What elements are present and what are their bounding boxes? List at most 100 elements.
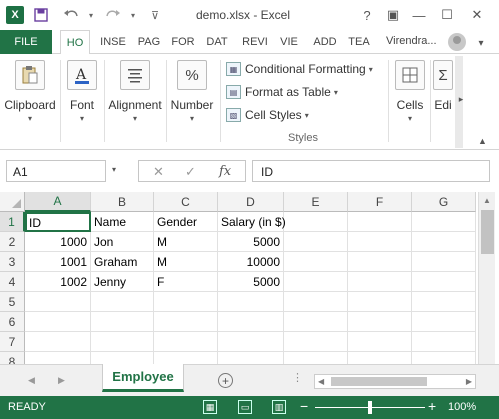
save-icon[interactable] [32,6,50,24]
conditional-formatting-button[interactable]: ▦ Conditional Formatting ▾ [226,60,373,78]
user-dropdown-icon[interactable]: ▾ [470,32,492,54]
cell-b6[interactable] [91,312,154,332]
select-all-button[interactable] [0,192,25,212]
cell-c2[interactable]: M [154,232,218,252]
page-layout-view-icon[interactable]: ▭ [238,400,252,414]
scroll-left-icon[interactable]: ◀ [318,377,324,386]
ribbon-scroll-right-icon[interactable]: ▸ [456,88,466,110]
tab-team[interactable]: TEA [344,30,374,54]
cell-d6[interactable] [218,312,284,332]
cell-d5[interactable] [218,292,284,312]
alignment-button[interactable]: Alignment ▾ [106,58,164,146]
cell-b1[interactable]: Name [91,212,154,232]
cell-e8[interactable] [284,352,348,364]
cell-f8[interactable] [348,352,412,364]
cell-c6[interactable] [154,312,218,332]
cell-c4[interactable]: F [154,272,218,292]
row-header-3[interactable]: 3 [0,252,25,272]
number-button[interactable]: % Number ▾ [168,58,216,146]
collapse-ribbon-icon[interactable]: ▲ [478,136,487,146]
help-icon[interactable]: ? [356,4,378,26]
cell-d3[interactable]: 10000 [218,252,284,272]
cell-f5[interactable] [348,292,412,312]
cell-g3[interactable] [412,252,476,272]
column-header-f[interactable]: F [348,192,412,212]
tab-data[interactable]: DAT [202,30,232,54]
cell-d7[interactable] [218,332,284,352]
cell-d1[interactable]: Salary (in $) [218,212,286,232]
cell-e6[interactable] [284,312,348,332]
zoom-level[interactable]: 100% [448,401,476,413]
vertical-scrollbar[interactable]: ▲ [478,192,495,364]
cell-a3[interactable]: 1001 [25,252,91,272]
cell-f1[interactable] [348,212,412,232]
row-header-6[interactable]: 6 [0,312,25,332]
cell-g4[interactable] [412,272,476,292]
cell-e7[interactable] [284,332,348,352]
scroll-up-icon[interactable]: ▲ [483,196,491,205]
row-header-5[interactable]: 5 [0,292,25,312]
cells-button[interactable]: Cells ▾ [392,58,428,146]
zoom-out-icon[interactable]: − [300,398,308,414]
customize-qat-icon[interactable]: ⊽ [146,6,164,24]
name-box[interactable]: A1 [6,160,106,182]
formula-input[interactable]: ID [252,160,490,182]
row-header-1[interactable]: 1 [0,212,25,232]
undo-dropdown-icon[interactable]: ▾ [82,6,100,24]
redo-icon[interactable] [104,6,122,24]
cell-f7[interactable] [348,332,412,352]
cell-b2[interactable]: Jon [91,232,154,252]
column-header-a[interactable]: A [25,192,91,212]
column-header-e[interactable]: E [284,192,348,212]
sheet-split-icon[interactable]: ⋮ [292,371,303,384]
maximize-icon[interactable]: ☐ [436,4,458,26]
cell-g1[interactable] [412,212,476,232]
cell-b5[interactable] [91,292,154,312]
cell-d2[interactable]: 5000 [218,232,284,252]
cell-a6[interactable] [25,312,91,332]
enter-icon[interactable]: ✓ [185,164,196,180]
format-as-table-button[interactable]: ▤ Format as Table ▾ [226,83,338,101]
chevron-down-icon[interactable]: ▾ [112,165,116,174]
cell-e3[interactable] [284,252,348,272]
tab-insert[interactable]: INSE [96,30,130,54]
insert-function-icon[interactable]: fx [219,164,231,179]
cell-e4[interactable] [284,272,348,292]
zoom-in-icon[interactable]: + [428,398,436,414]
tab-review[interactable]: REVI [238,30,272,54]
tab-page-layout[interactable]: PAG [134,30,164,54]
cell-g6[interactable] [412,312,476,332]
normal-view-icon[interactable]: ▦ [203,400,217,414]
cell-g5[interactable] [412,292,476,312]
cell-a8[interactable] [25,352,91,364]
column-header-d[interactable]: D [218,192,284,212]
column-header-b[interactable]: B [91,192,154,212]
cell-c7[interactable] [154,332,218,352]
tab-home[interactable]: HO [60,30,90,55]
column-header-c[interactable]: C [154,192,218,212]
cell-b8[interactable] [91,352,154,364]
user-name[interactable]: Virendra... [386,35,437,47]
cancel-icon[interactable]: ✕ [153,164,164,180]
avatar[interactable] [448,33,466,51]
horizontal-scrollbar[interactable]: ◀ ▶ [314,374,476,389]
cell-b4[interactable]: Jenny [91,272,154,292]
row-header-7[interactable]: 7 [0,332,25,352]
cell-e5[interactable] [284,292,348,312]
row-header-2[interactable]: 2 [0,232,25,252]
cell-f4[interactable] [348,272,412,292]
cell-a2[interactable]: 1000 [25,232,91,252]
close-icon[interactable]: ✕ [466,4,488,26]
clipboard-button[interactable]: Clipboard ▾ [4,58,56,146]
tab-file[interactable]: FILE [0,30,52,54]
cell-c8[interactable] [154,352,218,364]
cell-a5[interactable] [25,292,91,312]
column-header-g[interactable]: G [412,192,476,212]
cell-a1[interactable]: ID [25,212,91,232]
tab-formulas[interactable]: FOR [168,30,198,54]
zoom-slider-thumb[interactable] [368,401,372,414]
page-break-view-icon[interactable]: ▥ [272,400,286,414]
cell-g8[interactable] [412,352,476,364]
cell-g2[interactable] [412,232,476,252]
cell-f6[interactable] [348,312,412,332]
